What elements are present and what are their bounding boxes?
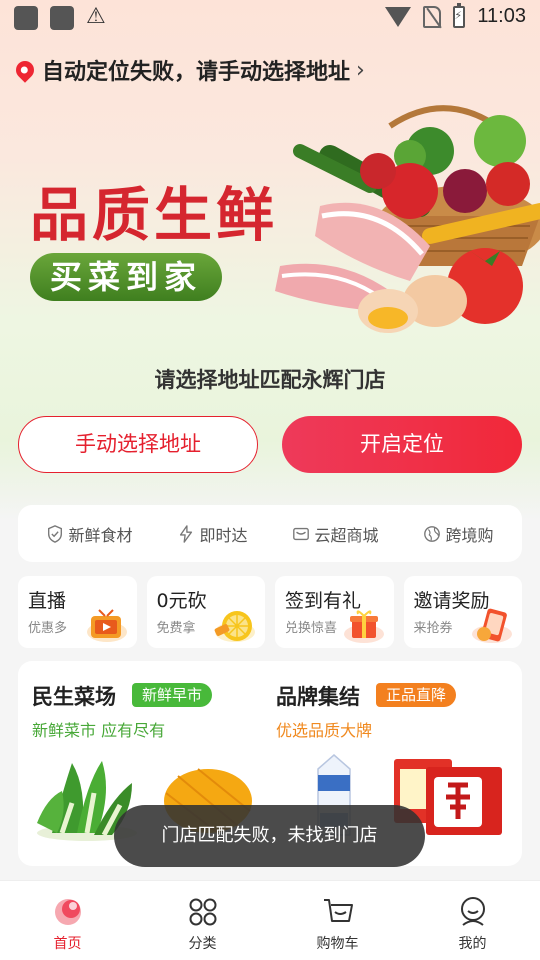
card-live[interactable]: 直播 优惠多 (18, 576, 137, 648)
promo-cards: 直播 优惠多 0元砍 免费拿 签到有礼 兑换惊喜 邀请奖励 来抢券 (18, 576, 522, 648)
feature-label: 云超商城 (314, 525, 379, 545)
card-bargain[interactable]: 0元砍 免费拿 (146, 576, 265, 648)
store-match-prompt: 请选择地址匹配永辉门店 (154, 368, 386, 392)
brand-subtitle: 优选品质大牌 (276, 721, 373, 740)
phone-icon (472, 608, 512, 643)
category-icon (189, 898, 216, 926)
feature-fresh[interactable]: 新鲜食材 (46, 522, 133, 546)
feature-mall[interactable]: 云超商城 (292, 522, 379, 546)
tab-category[interactable]: 分类 (135, 881, 270, 960)
card-checkin[interactable]: 签到有礼 兑换惊喜 (275, 576, 394, 648)
feature-label: 跨境购 (445, 525, 494, 545)
status-bar: ⚠ 11:03 (0, 0, 540, 36)
market-tag: 新鲜早市 (132, 683, 213, 707)
warning-icon: ⚠ (86, 4, 106, 29)
profile-icon (460, 897, 485, 926)
feature-label: 新鲜食材 (68, 525, 133, 545)
cart-icon (323, 899, 353, 922)
globe-icon (424, 525, 441, 542)
notification-icon (14, 6, 38, 30)
banner-pill: 买菜到家 (30, 253, 222, 301)
tab-label: 分类 (188, 936, 217, 952)
bottom-tab-bar: 首页 分类 购物车 我的 (0, 880, 540, 960)
battery-icon (453, 2, 466, 28)
wifi-icon (385, 6, 412, 27)
tab-cart[interactable]: 购物车 (270, 881, 405, 960)
enable-location-button[interactable]: 开启定位 (282, 416, 522, 473)
brand-title[interactable]: 品牌集结 (276, 681, 360, 711)
feature-instant[interactable]: 即时达 (177, 522, 248, 546)
lightning-icon (180, 524, 193, 543)
tab-home[interactable]: 首页 (0, 881, 135, 960)
card-invite[interactable]: 邀请奖励 来抢券 (403, 576, 522, 648)
toast-message: 门店匹配失败，未找到门店 (114, 805, 425, 867)
tab-label: 我的 (458, 936, 487, 952)
market-subtitle: 新鲜菜市 应有尽有 (32, 721, 166, 740)
home-icon (54, 899, 81, 925)
manual-select-address-button[interactable]: 手动选择地址 (18, 416, 258, 473)
shield-icon (48, 524, 63, 543)
feature-bar: 新鲜食材 即时达 云超商城 跨境购 (18, 505, 522, 562)
tab-profile[interactable]: 我的 (405, 881, 540, 960)
chevron-right-icon: › (356, 57, 365, 83)
market-title[interactable]: 民生菜场 (32, 681, 116, 711)
notification-icon (50, 6, 74, 30)
location-text: 自动定位失败，请手动选择地址 (42, 60, 351, 85)
location-selector[interactable]: 自动定位失败，请手动选择地址 › (12, 54, 365, 86)
feature-crossborder[interactable]: 跨境购 (423, 522, 494, 546)
status-time: 11:03 (477, 5, 526, 27)
feature-label: 即时达 (199, 525, 248, 545)
no-sim-icon (423, 5, 442, 28)
location-pin-icon (12, 57, 38, 83)
tv-icon (86, 609, 127, 642)
brand-tag: 正品直降 (376, 683, 457, 707)
produce-basket-image (275, 105, 540, 333)
gift-icon (343, 610, 384, 643)
tab-label: 购物车 (316, 936, 359, 952)
mail-icon (293, 527, 310, 540)
banner-title: 品质生鲜 (30, 181, 279, 249)
lemon-icon (214, 611, 255, 642)
tab-label: 首页 (53, 936, 82, 952)
